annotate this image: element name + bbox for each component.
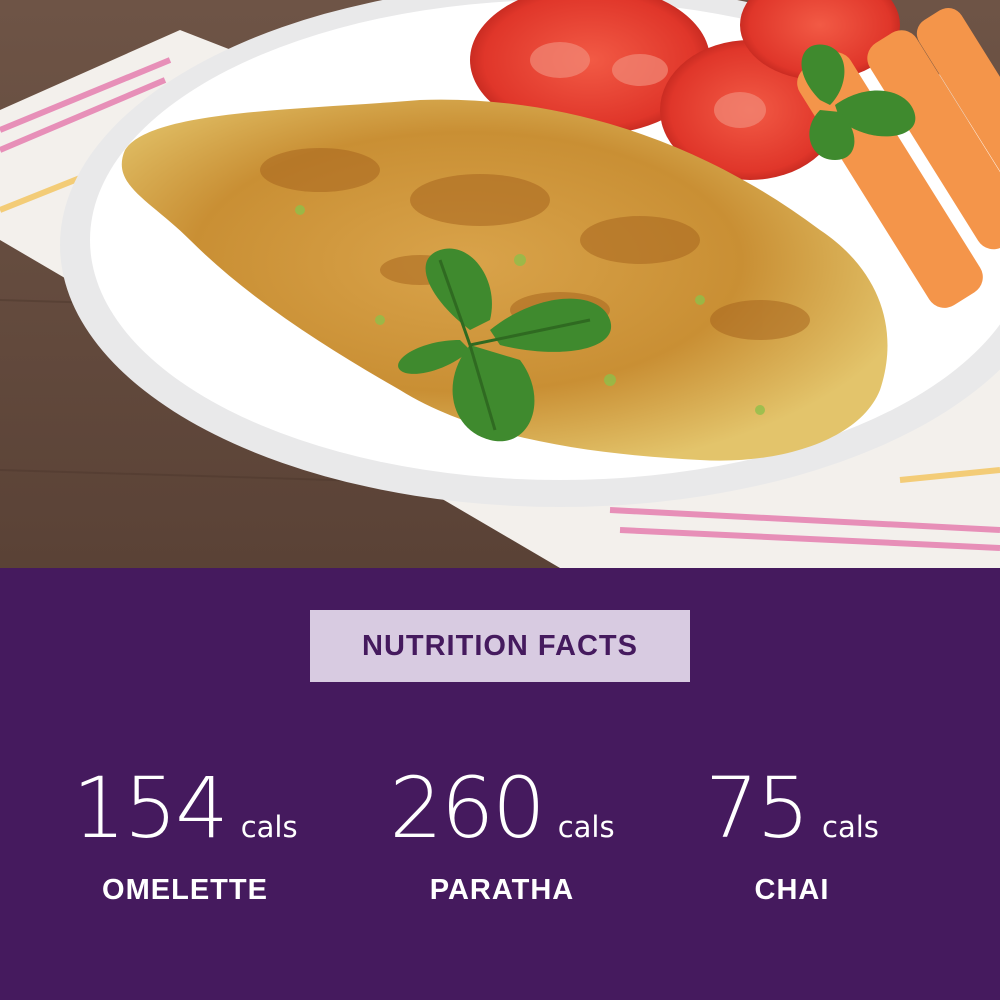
stat-omelette: 154 cals OMELETTE xyxy=(25,766,345,907)
omelette-plate-illustration xyxy=(0,0,1000,568)
food-name: OMELETTE xyxy=(102,874,268,906)
calorie-unit: cals xyxy=(822,810,879,844)
food-name: CHAI xyxy=(754,874,830,906)
food-photo xyxy=(0,0,1000,568)
nutrition-facts-badge: NUTRITION FACTS xyxy=(310,610,690,682)
calorie-value: 260 xyxy=(389,759,545,857)
calorie-readout: 154 cals xyxy=(72,766,298,850)
calorie-readout: 75 cals xyxy=(705,766,879,850)
calorie-value: 75 xyxy=(705,759,810,857)
food-name: PARATHA xyxy=(429,874,575,906)
calorie-unit: cals xyxy=(557,810,615,844)
calorie-unit: cals xyxy=(240,810,298,844)
calorie-readout: 260 cals xyxy=(389,766,615,850)
stat-chai: 75 cals CHAI xyxy=(632,766,952,907)
nutrition-panel: NUTRITION FACTS 154 cals OMELETTE 260 ca… xyxy=(0,568,1000,1000)
stat-paratha: 260 cals PARATHA xyxy=(342,766,662,907)
calorie-value: 154 xyxy=(72,759,228,857)
nutrition-facts-label: NUTRITION FACTS xyxy=(362,629,638,662)
